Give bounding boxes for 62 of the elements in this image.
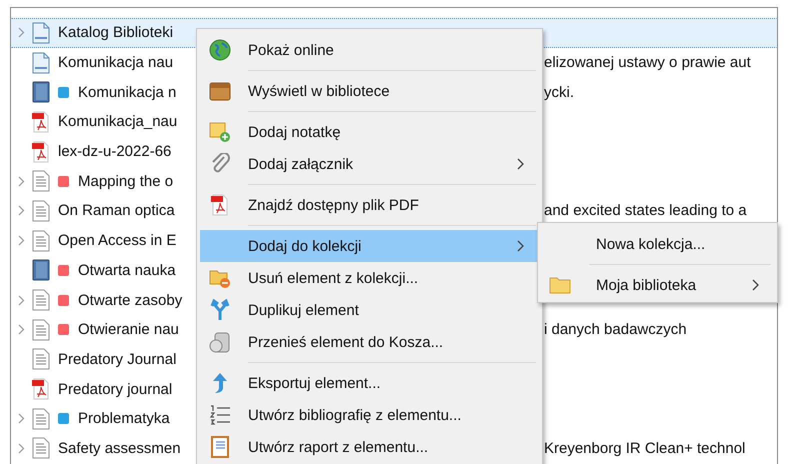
report-icon xyxy=(210,436,230,458)
book-icon xyxy=(32,81,50,104)
menu-item[interactable]: Eksportuj element... xyxy=(200,367,539,399)
document-icon xyxy=(32,200,50,222)
item-title: Otwarte zasoby xyxy=(78,292,182,309)
menu-item[interactable]: Nowa kolekcja... xyxy=(541,228,774,260)
chevron-right-icon xyxy=(517,240,525,252)
item-title: i danych badawczych xyxy=(544,321,687,338)
item-title: lex-dz-u-2022-66 xyxy=(58,143,172,160)
item-title: and excited states leading to a xyxy=(544,202,747,220)
menu-item[interactable]: Wyświetl w bibliotece xyxy=(200,75,539,107)
duplicate-icon xyxy=(210,299,230,321)
item-title: Katalog Biblioteki xyxy=(58,24,174,42)
item-title: Otwarta nauka xyxy=(78,262,176,279)
book-icon xyxy=(32,259,50,282)
item-title: Komunikacja_nau xyxy=(58,113,178,130)
chevron-right-icon xyxy=(517,158,525,170)
menu-item[interactable]: Moja biblioteka xyxy=(541,269,774,301)
item-title: Otwieranie nau xyxy=(78,321,179,338)
menu-item[interactable]: Duplikuj element xyxy=(200,294,539,326)
menu-item[interactable]: Utwórz bibliografię z elementu... xyxy=(200,399,539,431)
note-add-icon xyxy=(209,121,231,143)
arrow-up-icon xyxy=(211,372,229,394)
item-title: Komunikacja n xyxy=(78,84,176,101)
pdf-icon xyxy=(32,378,50,400)
item-title: Kreyenborg IR Clean+ technol xyxy=(544,440,746,457)
menu-item[interactable]: Usuń element z kolekcji... xyxy=(200,262,539,294)
item-title: Predatory Journal xyxy=(58,350,176,368)
menu-item[interactable]: Dodaj notatkę xyxy=(200,116,539,148)
menu-item[interactable]: Przenieś element do Kosza... xyxy=(200,326,539,358)
webpage-icon xyxy=(32,22,50,44)
document-icon xyxy=(32,170,50,192)
box-icon xyxy=(209,81,231,101)
menu-item[interactable]: Znajdź dostępny plik PDF xyxy=(200,189,539,221)
pdf-icon xyxy=(32,140,50,163)
item-title: Safety assessmen xyxy=(58,440,181,457)
document-icon xyxy=(32,318,50,341)
item-title: Mapping the o xyxy=(78,172,174,190)
pdf-icon xyxy=(32,110,50,133)
paperclip-icon xyxy=(210,153,230,175)
globe-icon xyxy=(209,39,231,61)
document-icon xyxy=(32,408,50,430)
item-title: On Raman optica xyxy=(58,202,175,220)
menu-item[interactable]: Dodaj załącznik xyxy=(200,148,539,180)
menu-item[interactable]: Utwórz raport z elementu... xyxy=(200,431,539,463)
document-icon xyxy=(32,289,50,312)
document-icon xyxy=(32,437,50,460)
item-title: Problematyka xyxy=(78,410,170,428)
numbered-list-icon xyxy=(209,404,231,426)
folder-icon xyxy=(549,276,571,294)
item-title: Open Access in E xyxy=(58,232,176,250)
item-title: Komunikacja nau xyxy=(58,54,174,72)
menu-item[interactable]: Dodaj do kolekcji xyxy=(200,230,539,262)
item-title: Predatory journal xyxy=(58,380,172,398)
pdf-icon xyxy=(210,194,230,216)
webpage-icon xyxy=(32,52,50,74)
menu-item[interactable]: Pokaż online xyxy=(200,34,539,66)
item-title: ycki. xyxy=(544,84,574,101)
item-title: elizowanej ustawy o prawie aut xyxy=(544,54,751,72)
chevron-right-icon xyxy=(752,279,760,291)
document-icon xyxy=(32,230,50,252)
document-icon xyxy=(32,348,50,370)
